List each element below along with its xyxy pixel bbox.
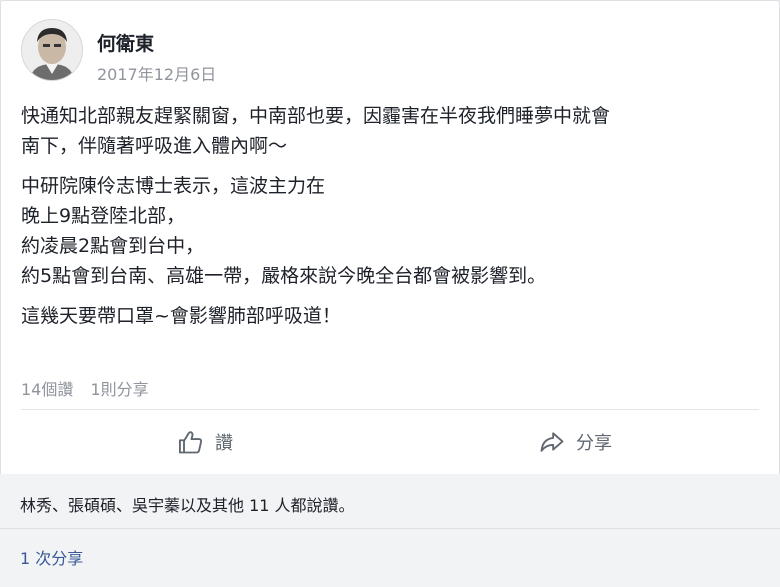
likers-summary: 林秀、張碩碩、吳宇蓁以及其他 11 人都說讚。 bbox=[0, 474, 780, 528]
thumbs-up-icon bbox=[178, 431, 203, 454]
share-label: 分享 bbox=[576, 433, 612, 454]
shares-link[interactable]: 1 次分享 bbox=[20, 545, 83, 569]
post-line: 約5點會到台南、高雄一帶，嚴格來說今晚全台都會被影響到。 bbox=[21, 265, 547, 287]
like-button[interactable]: 讚 bbox=[177, 424, 233, 460]
divider bbox=[21, 409, 759, 410]
author-name[interactable]: 何衛東 bbox=[97, 29, 154, 56]
post-paragraph: 快通知北部親友趕緊關窗，中南部也要，因霾害在半夜我們睡夢中就會 南下，伴隨著呼吸… bbox=[21, 101, 761, 161]
avatar-image bbox=[22, 20, 82, 80]
post-paragraph: 這幾天要帶口罩~會影響肺部呼吸道！ bbox=[21, 301, 761, 331]
post-line: 中研院陳伶志博士表示，這波主力在 bbox=[21, 175, 326, 197]
post-line: 這幾天要帶口罩~會影響肺部呼吸道！ bbox=[21, 305, 341, 327]
author-avatar[interactable] bbox=[21, 19, 83, 81]
post-line: 約凌晨2點會到台中， bbox=[21, 235, 205, 257]
share-count[interactable]: 1則分享 bbox=[90, 380, 148, 399]
share-button[interactable]: 分享 bbox=[538, 424, 612, 460]
post-card: 何衛東 2017年12月6日 快通知北部親友趕緊關窗，中南部也要，因霾害在半夜我… bbox=[0, 0, 780, 476]
like-count[interactable]: 14個讚 bbox=[21, 380, 73, 399]
like-label: 讚 bbox=[215, 433, 233, 454]
post-line: 快通知北部親友趕緊關窗，中南部也要，因霾害在半夜我們睡夢中就會 bbox=[21, 105, 611, 127]
post-date[interactable]: 2017年12月6日 bbox=[97, 61, 216, 85]
post-line: 晚上9點登陸北部， bbox=[21, 205, 186, 227]
reaction-stats: 14個讚 1則分享 bbox=[21, 376, 161, 400]
post-line: 南下，伴隨著呼吸進入體內啊～ bbox=[21, 135, 288, 157]
likers-text[interactable]: 林秀、張碩碩、吳宇蓁以及其他 11 人都說讚。 bbox=[20, 492, 355, 516]
post-body: 快通知北部親友趕緊關窗，中南部也要，因霾害在半夜我們睡夢中就會 南下，伴隨著呼吸… bbox=[21, 101, 761, 341]
share-arrow-icon bbox=[540, 432, 564, 452]
shares-summary: 1 次分享 bbox=[0, 528, 780, 587]
post-paragraph: 中研院陳伶志博士表示，這波主力在 晚上9點登陸北部， 約凌晨2點會到台中， 約5… bbox=[21, 171, 761, 291]
